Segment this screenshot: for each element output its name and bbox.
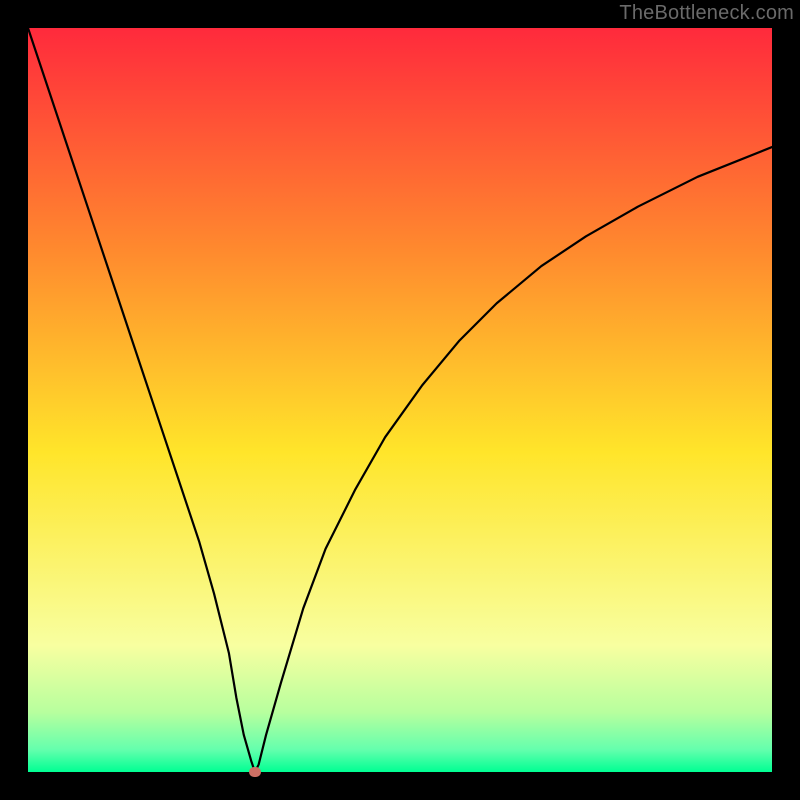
watermark-text: TheBottleneck.com: [619, 2, 794, 25]
optimal-point-marker: [249, 767, 261, 777]
plot-area: [28, 28, 772, 772]
gradient-background: [28, 28, 772, 772]
chart-frame: TheBottleneck.com: [0, 0, 800, 800]
plot-svg: [28, 28, 772, 772]
